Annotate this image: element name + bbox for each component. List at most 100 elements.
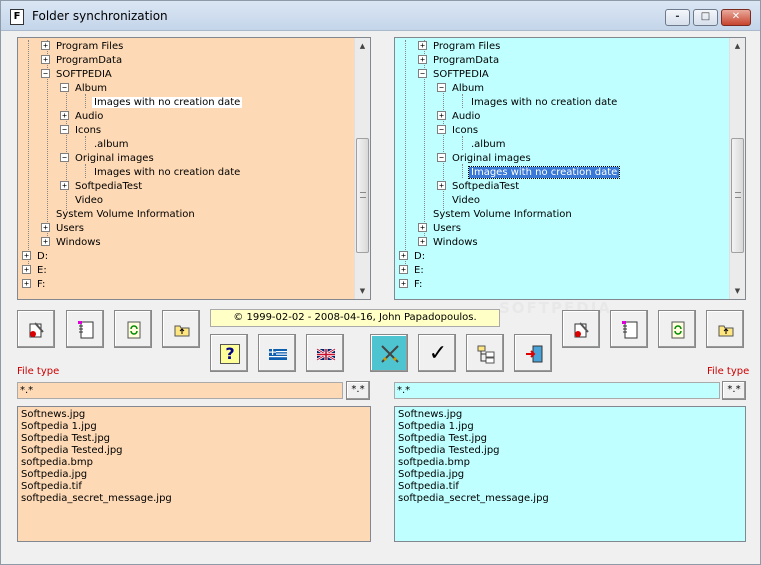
- list-item[interactable]: softpedia.bmp: [395, 457, 745, 469]
- left-refresh-button[interactable]: [114, 310, 152, 348]
- scroll-up-icon[interactable]: ▲: [355, 38, 370, 54]
- left-tree-scrollbar[interactable]: ▲ ▼: [354, 38, 370, 299]
- expand-icon[interactable]: +: [399, 265, 408, 274]
- right-tree-scrollbar[interactable]: ▲ ▼: [729, 38, 745, 299]
- collapse-icon[interactable]: −: [60, 153, 69, 162]
- list-item[interactable]: softpedia_secret_message.jpg: [395, 493, 745, 505]
- tree-node[interactable]: + Users: [41, 222, 86, 236]
- expand-icon[interactable]: +: [22, 279, 31, 288]
- list-item[interactable]: softpedia_secret_message.jpg: [18, 493, 370, 505]
- maximize-button[interactable]: □: [693, 9, 718, 26]
- tree-node[interactable]: + ProgramData: [418, 54, 501, 68]
- list-item[interactable]: Softpedia 1.jpg: [395, 421, 745, 433]
- list-item[interactable]: Softpedia.tif: [18, 481, 370, 493]
- tree-node[interactable]: − SOFTPEDIA: [418, 68, 491, 82]
- expand-icon[interactable]: +: [22, 251, 31, 260]
- right-edit-button[interactable]: [610, 310, 648, 348]
- left-file-type-input[interactable]: *.*: [17, 382, 343, 399]
- scroll-thumb[interactable]: [731, 138, 744, 253]
- tree-node[interactable]: − Original images: [437, 152, 533, 166]
- left-delete-button[interactable]: [17, 310, 55, 348]
- expand-icon[interactable]: +: [60, 111, 69, 120]
- tree-node[interactable]: + F:: [399, 278, 424, 292]
- expand-icon[interactable]: +: [418, 41, 427, 50]
- right-parent-folder-button[interactable]: [706, 310, 744, 348]
- help-button[interactable]: ?: [210, 334, 248, 372]
- tree-node[interactable]: − Album: [437, 82, 486, 96]
- list-item[interactable]: Softpedia.jpg: [395, 469, 745, 481]
- expand-icon[interactable]: +: [41, 237, 50, 246]
- tree-node[interactable]: + Users: [418, 222, 463, 236]
- tree-node[interactable]: Images with no creation date: [79, 166, 242, 180]
- left-file-list[interactable]: Softnews.jpg Softpedia 1.jpg Softpedia Tes…: [17, 406, 371, 542]
- left-folder-tree[interactable]: ▲ ▼ + Program Files + ProgramData − SOFTPEDIA…: [17, 37, 371, 300]
- expand-icon[interactable]: +: [418, 223, 427, 232]
- expand-icon[interactable]: +: [399, 251, 408, 260]
- scroll-down-icon[interactable]: ▼: [730, 283, 745, 299]
- tree-node[interactable]: − Icons: [437, 124, 480, 138]
- tree-node[interactable]: Images with no creation date: [79, 96, 243, 110]
- tree-node[interactable]: Video: [60, 194, 105, 208]
- left-file-type-button[interactable]: *.*: [346, 381, 370, 400]
- expand-icon[interactable]: +: [399, 279, 408, 288]
- scroll-down-icon[interactable]: ▼: [355, 283, 370, 299]
- tree-node[interactable]: Video: [437, 194, 482, 208]
- tree-node[interactable]: Images with no creation date: [456, 96, 619, 110]
- title-bar[interactable]: F Folder synchronization - □ ✕: [1, 1, 760, 31]
- list-item[interactable]: Softpedia.tif: [395, 481, 745, 493]
- list-item[interactable]: Softpedia Test.jpg: [395, 433, 745, 445]
- expand-icon[interactable]: +: [437, 181, 446, 190]
- collapse-icon[interactable]: −: [60, 125, 69, 134]
- confirm-button[interactable]: ✓: [418, 334, 456, 372]
- tree-node[interactable]: + Windows: [41, 236, 103, 250]
- tree-node[interactable]: + D:: [22, 250, 50, 264]
- expand-icon[interactable]: +: [60, 181, 69, 190]
- list-item[interactable]: softpedia.bmp: [18, 457, 370, 469]
- expand-icon[interactable]: +: [22, 265, 31, 274]
- list-item[interactable]: Softpedia Tested.jpg: [395, 445, 745, 457]
- collapse-icon[interactable]: −: [437, 153, 446, 162]
- tree-node[interactable]: + Audio: [60, 110, 105, 124]
- tree-node[interactable]: + E:: [399, 264, 426, 278]
- folder-tree-button[interactable]: [466, 334, 504, 372]
- list-item[interactable]: Softnews.jpg: [18, 409, 370, 421]
- right-file-list[interactable]: Softnews.jpg Softpedia 1.jpg Softpedia Tes…: [394, 406, 746, 542]
- tree-node[interactable]: + SoftpediaTest: [437, 180, 521, 194]
- exit-button[interactable]: [514, 334, 552, 372]
- tree-node[interactable]: .album: [456, 138, 508, 152]
- right-refresh-button[interactable]: [658, 310, 696, 348]
- scroll-thumb[interactable]: [356, 138, 369, 253]
- list-item[interactable]: Softnews.jpg: [395, 409, 745, 421]
- right-folder-tree[interactable]: ▲ ▼ + Program Files + ProgramData − SOFTPEDIA…: [394, 37, 746, 300]
- expand-icon[interactable]: +: [41, 223, 50, 232]
- collapse-icon[interactable]: −: [60, 83, 69, 92]
- right-file-type-button[interactable]: *.*: [722, 381, 746, 400]
- tree-node[interactable]: System Volume Information: [41, 208, 197, 222]
- english-language-button[interactable]: [306, 334, 344, 372]
- tree-node[interactable]: + Windows: [418, 236, 480, 250]
- list-item[interactable]: Softpedia.jpg: [18, 469, 370, 481]
- collapse-icon[interactable]: −: [437, 125, 446, 134]
- right-delete-button[interactable]: [562, 310, 600, 348]
- tree-node[interactable]: + F:: [22, 278, 47, 292]
- list-item[interactable]: Softpedia Test.jpg: [18, 433, 370, 445]
- tree-node[interactable]: + SoftpediaTest: [60, 180, 144, 194]
- expand-icon[interactable]: +: [41, 41, 50, 50]
- expand-icon[interactable]: +: [437, 111, 446, 120]
- tree-node[interactable]: − SOFTPEDIA: [41, 68, 114, 82]
- collapse-icon[interactable]: −: [418, 69, 427, 78]
- tree-node[interactable]: − Original images: [60, 152, 156, 166]
- close-button[interactable]: ✕: [721, 9, 751, 26]
- sync-button[interactable]: [370, 334, 408, 372]
- list-item[interactable]: Softpedia 1.jpg: [18, 421, 370, 433]
- tree-node[interactable]: + Program Files: [41, 40, 125, 54]
- left-edit-button[interactable]: [66, 310, 104, 348]
- scroll-up-icon[interactable]: ▲: [730, 38, 745, 54]
- minimize-button[interactable]: -: [665, 9, 690, 26]
- left-parent-folder-button[interactable]: [162, 310, 200, 348]
- tree-node[interactable]: + Audio: [437, 110, 482, 124]
- right-file-type-input[interactable]: *.*: [394, 382, 720, 399]
- tree-node[interactable]: + E:: [22, 264, 49, 278]
- list-item[interactable]: Softpedia Tested.jpg: [18, 445, 370, 457]
- collapse-icon[interactable]: −: [437, 83, 446, 92]
